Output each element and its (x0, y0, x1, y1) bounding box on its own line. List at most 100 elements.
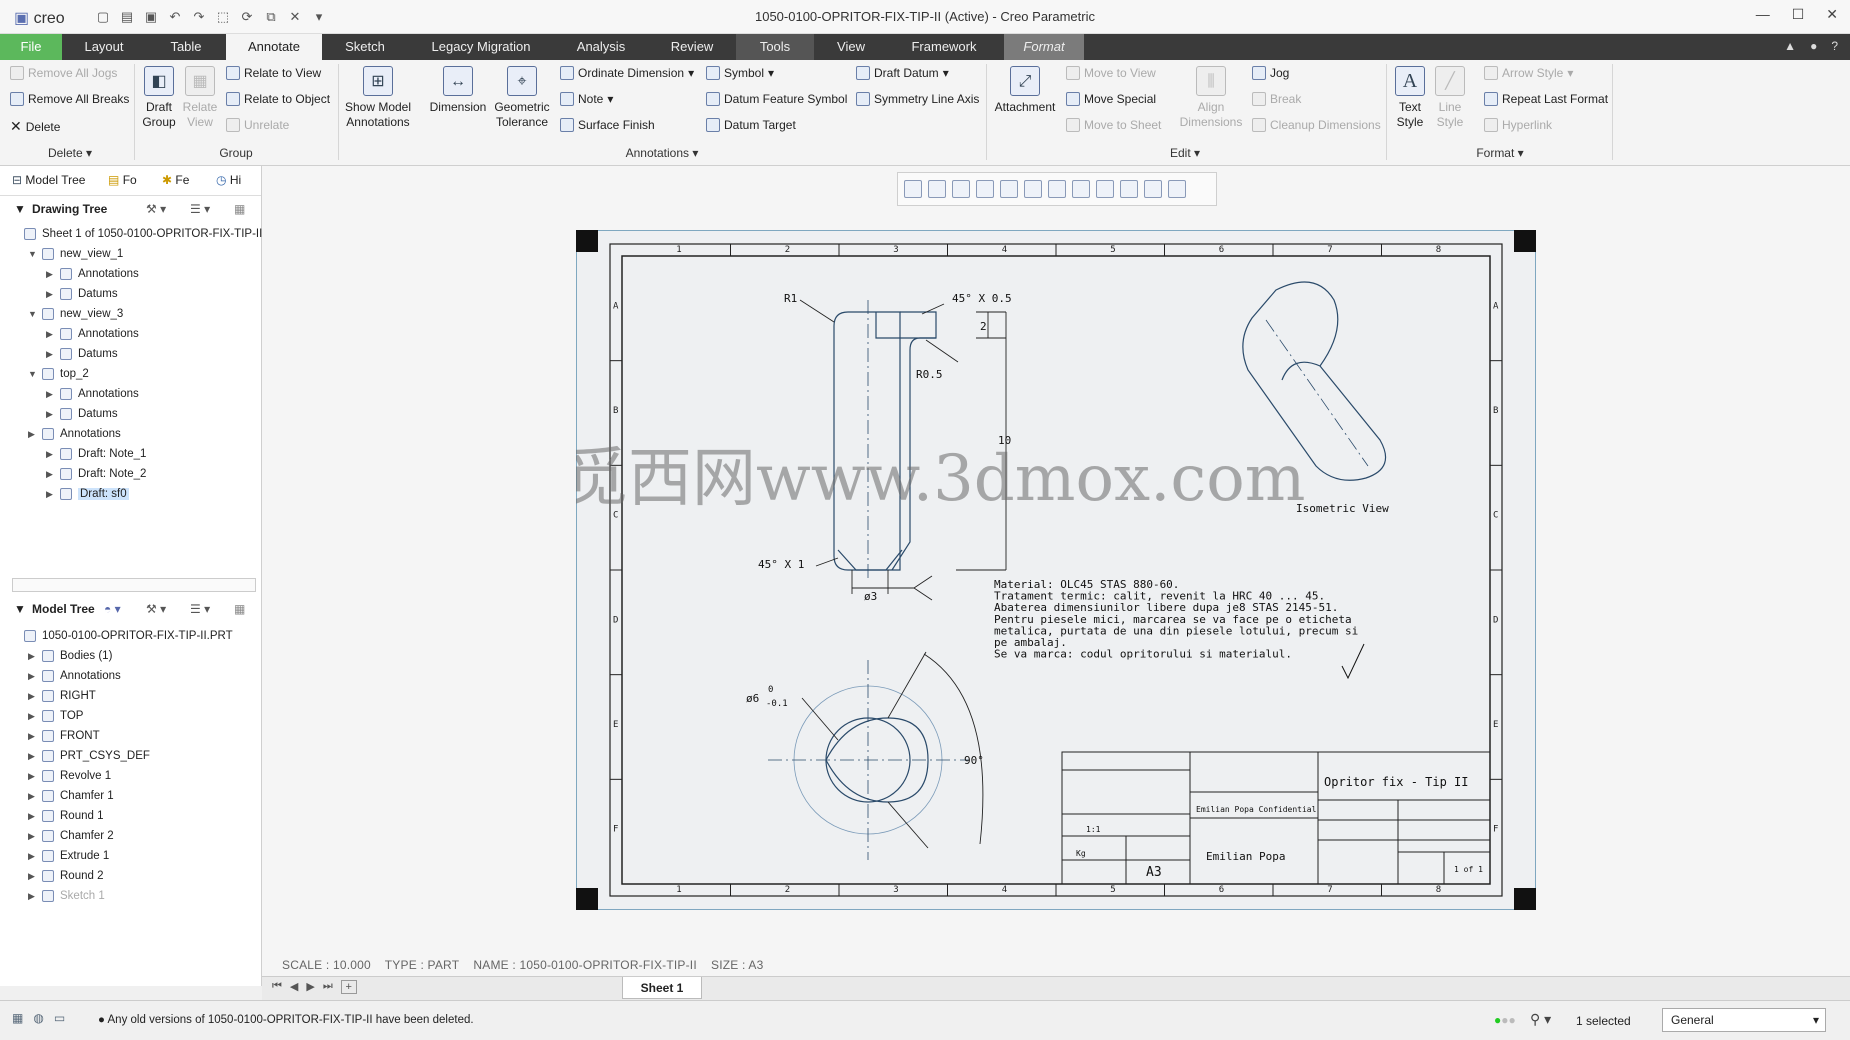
expand-toggle-icon[interactable]: ▶ (46, 324, 53, 344)
find-icon[interactable]: ⚲ ▾ (1530, 1011, 1551, 1028)
expand-toggle-icon[interactable]: ▶ (28, 686, 35, 706)
attachment-button[interactable]: ⤢ Attachment (990, 66, 1060, 115)
tree-item[interactable]: ▶ Draft: sf0 (0, 484, 262, 504)
last-sheet-icon[interactable]: ⏭ (323, 980, 333, 994)
tab-layout[interactable]: Layout (68, 34, 140, 60)
tree-item[interactable]: ▶ Annotations (0, 666, 262, 686)
tree-item[interactable]: ▶ Chamfer 1 (0, 786, 262, 806)
remove-all-breaks-button[interactable]: Remove All Breaks (10, 92, 129, 106)
break-button[interactable]: Break (1252, 92, 1301, 106)
drawing-tree-scrollbar[interactable] (12, 578, 256, 592)
user-icon[interactable]: ● (1810, 39, 1817, 53)
datum-display-icon[interactable] (1072, 180, 1090, 198)
axis-display-icon[interactable] (1120, 180, 1138, 198)
drawing-tree-header[interactable]: ▼ Drawing Tree ⚒ ▾ ☰ ▾ ▦ (0, 202, 262, 226)
expand-toggle-icon[interactable]: ▶ (46, 344, 53, 364)
text-style-button[interactable]: A Text Style (1390, 66, 1430, 130)
relate-to-view-button[interactable]: Relate to View (226, 66, 321, 80)
expand-toggle-icon[interactable]: ▶ (46, 404, 53, 424)
unrelate-button[interactable]: Unrelate (226, 118, 289, 132)
point-display-icon[interactable] (1144, 180, 1162, 198)
tree-settings-icon[interactable]: ⚒ ▾ (146, 202, 166, 216)
collapse-model-tree-icon[interactable]: ▼ (14, 602, 26, 616)
edit-group-label[interactable]: Edit ▾ (1150, 146, 1220, 160)
expand-toggle-icon[interactable]: ▶ (46, 464, 53, 484)
expand-toggle-icon[interactable]: ▶ (28, 886, 35, 906)
zoom-in-icon[interactable] (928, 180, 946, 198)
tab-favorites[interactable]: ✱ Fe (162, 173, 189, 187)
format-group-label[interactable]: Format ▾ (1460, 146, 1540, 160)
show-model-annotations-button[interactable]: ⊞ Show Model Annotations (340, 66, 416, 130)
saved-orientations-icon[interactable] (1024, 180, 1042, 198)
model-tree-columns-icon[interactable]: ▦ (234, 602, 245, 616)
tab-format[interactable]: Format (1004, 34, 1084, 60)
symbol-button[interactable]: Symbol ▾ (706, 66, 774, 80)
plane-display-icon[interactable] (1096, 180, 1114, 198)
tab-tools[interactable]: Tools (736, 34, 814, 60)
tab-analysis[interactable]: Analysis (560, 34, 642, 60)
delete-group-label[interactable]: Delete ▾ (40, 146, 100, 160)
align-dimensions-button[interactable]: ⫼ Align Dimensions (1178, 66, 1244, 130)
expand-toggle-icon[interactable]: ▶ (28, 666, 35, 686)
selection-filter[interactable]: General ▾ (1662, 1008, 1826, 1032)
tree-item[interactable]: ▶ Bodies (1) (0, 646, 262, 666)
tree-item[interactable]: ▶ Datums (0, 344, 262, 364)
expand-toggle-icon[interactable]: ▶ (28, 786, 35, 806)
refit-icon[interactable] (904, 180, 922, 198)
sheet-tab-1[interactable]: Sheet 1 (622, 977, 702, 999)
datum-target-button[interactable]: Datum Target (706, 118, 796, 132)
tree-item[interactable]: ▼ new_view_3 (0, 304, 262, 324)
remove-all-jogs-button[interactable]: Remove All Jogs (10, 66, 117, 80)
tree-item[interactable]: ▶ Annotations (0, 324, 262, 344)
symmetry-line-axis-button[interactable]: Symmetry Line Axis (856, 92, 979, 106)
tab-framework[interactable]: Framework (894, 34, 994, 60)
collapse-ribbon-icon[interactable]: ▲ (1784, 39, 1796, 53)
expand-toggle-icon[interactable]: ▶ (28, 726, 35, 746)
tree-item[interactable]: ▶ Chamfer 2 (0, 826, 262, 846)
tree-item[interactable]: ▶ FRONT (0, 726, 262, 746)
expand-toggle-icon[interactable]: ▶ (46, 444, 53, 464)
repaint-icon[interactable] (976, 180, 994, 198)
model-tree-header[interactable]: ▼ Model Tree ◓ ▾ ⚒ ▾ ☰ ▾ ▦ (0, 602, 262, 626)
tree-item[interactable]: ▼ new_view_1 (0, 244, 262, 264)
expand-toggle-icon[interactable]: ▼ (28, 364, 37, 384)
tree-item[interactable]: ▶ Extrude 1 (0, 846, 262, 866)
tab-model-tree[interactable]: ⊟ Model Tree (12, 173, 85, 187)
close-icon[interactable]: ✕ (1826, 6, 1838, 23)
dimension-button[interactable]: ↔ Dimension (424, 66, 492, 115)
prev-sheet-icon[interactable]: ◀ (290, 980, 298, 994)
tree-item[interactable]: ▶ Datums (0, 404, 262, 424)
expand-toggle-icon[interactable]: ▼ (28, 244, 37, 264)
cleanup-dimensions-button[interactable]: Cleanup Dimensions (1252, 118, 1381, 132)
ordinate-dimension-button[interactable]: Ordinate Dimension ▾ (560, 66, 694, 80)
tree-item[interactable]: ▶ Annotations (0, 424, 262, 444)
help-icon[interactable]: ? (1831, 39, 1838, 53)
expand-toggle-icon[interactable]: ▶ (28, 746, 35, 766)
tab-legacy-migration[interactable]: Legacy Migration (416, 34, 546, 60)
tree-item[interactable]: ▶ Draft: Note_2 (0, 464, 262, 484)
expand-toggle-icon[interactable]: ▶ (46, 264, 53, 284)
repeat-last-format-button[interactable]: Repeat Last Format (1484, 92, 1608, 106)
expand-toggle-icon[interactable]: ▶ (46, 284, 53, 304)
surface-finish-button[interactable]: Surface Finish (560, 118, 655, 132)
tab-folder-browser[interactable]: ▤ Fo (108, 173, 137, 187)
tree-filters-icon[interactable]: ☰ ▾ (190, 202, 210, 216)
expand-toggle-icon[interactable]: ▶ (28, 766, 35, 786)
expand-toggle-icon[interactable]: ▶ (28, 806, 35, 826)
navigator-toggle-icon[interactable]: ▦ (12, 1011, 23, 1025)
tree-item[interactable]: 1050-0100-OPRITOR-FIX-TIP-II.PRT (0, 626, 262, 646)
view-manager-icon[interactable] (1048, 180, 1066, 198)
tab-history[interactable]: ◷ Hi (216, 173, 241, 187)
expand-toggle-icon[interactable]: ▶ (28, 846, 35, 866)
tab-review[interactable]: Review (652, 34, 732, 60)
minimize-icon[interactable]: — (1756, 6, 1770, 23)
expand-toggle-icon[interactable]: ▶ (28, 866, 35, 886)
expand-toggle-icon[interactable]: ▶ (28, 424, 35, 444)
tab-sketch[interactable]: Sketch (330, 34, 400, 60)
tree-item[interactable]: Sheet 1 of 1050-0100-OPRITOR-FIX-TIP-II.… (0, 224, 293, 244)
tab-table[interactable]: Table (150, 34, 222, 60)
tree-item[interactable]: ▶ Annotations (0, 264, 262, 284)
drawing-sheet[interactable]: 1122334455667788A AB BC CD DE EF F R1 45° X 0.… (576, 230, 1536, 910)
tree-item[interactable]: ▶ Datums (0, 284, 262, 304)
tab-file[interactable]: File (0, 34, 62, 60)
